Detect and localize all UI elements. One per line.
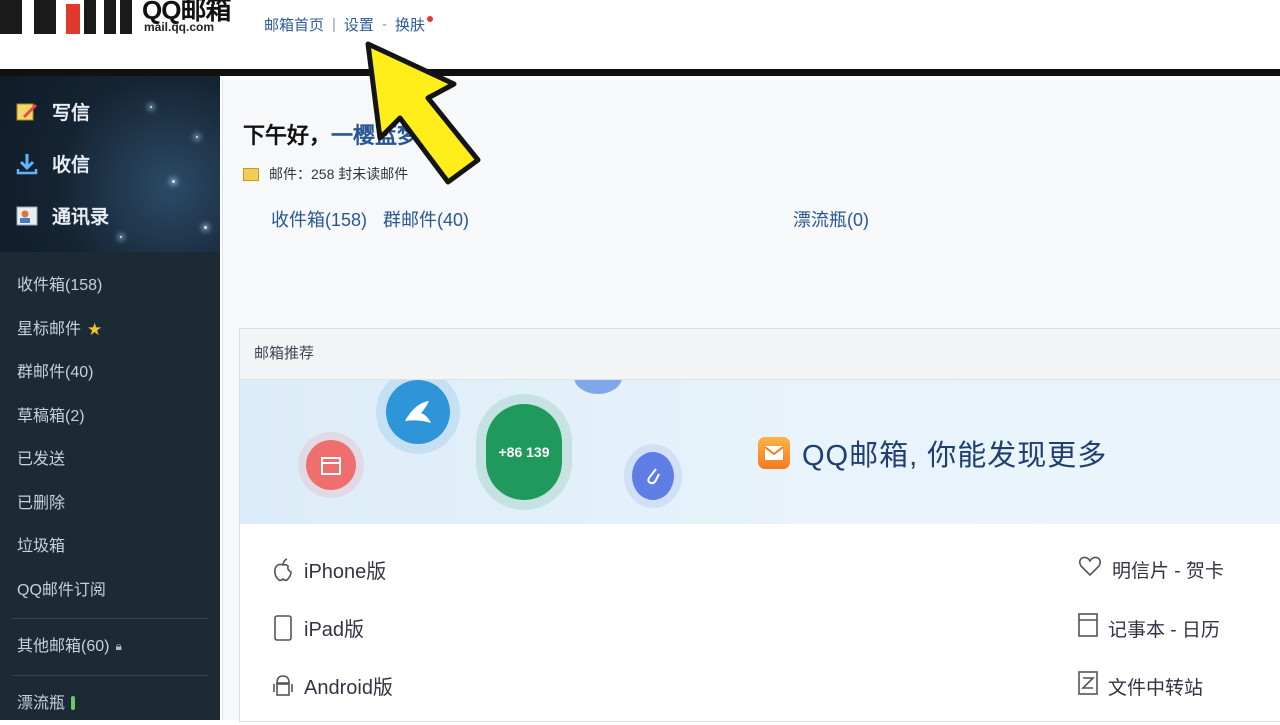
promo-banner[interactable]: +86 139 QQ邮箱, 你能发现更多 [240,380,1280,524]
bottle-icon [71,696,75,710]
attachment-icon [632,452,674,500]
folder-label: 已发送 [17,438,65,482]
folder-label: 垃圾箱 [17,525,65,569]
logo-icon [0,0,135,40]
tablet-icon [272,615,294,641]
compose-icon [14,99,40,125]
star-icon: ★ [87,308,102,352]
folder-label: 其他邮箱(60) [17,625,109,669]
decor-star [120,236,122,238]
logo-domain: mail.qq.com [144,20,214,34]
calendar-icon [306,440,356,490]
folder-label: QQ邮件订阅 [17,569,106,613]
folder-label: 草稿箱(2) [17,395,85,439]
greeting-text: 下午好， [243,123,331,148]
phone-number-text: +86 139 [499,444,550,460]
folder-divider [12,675,208,676]
android-label: Android版 [304,671,393,700]
postcard-link[interactable]: 明信片 - 贺卡 [1078,555,1224,583]
contacts-button[interactable]: 通讯录 [14,202,109,229]
download-icon [14,151,40,177]
contacts-label: 通讯录 [52,202,109,229]
android-app-link[interactable]: Android版 [272,671,393,700]
folder-label: 星标邮件 [17,308,81,352]
drift-bottle-link[interactable]: 漂流瓶(0) [793,206,869,232]
folder-list: 收件箱(158) 星标邮件★ 群邮件(40) 草稿箱(2) 已发送 已删除 垃圾… [0,264,220,725]
folder-deleted[interactable]: 已删除 [0,482,220,526]
receive-button[interactable]: 收信 [14,150,90,177]
file-transfer-label: 文件中转站 [1108,673,1203,700]
folder-drafts[interactable]: 草稿箱(2) [0,395,220,439]
notebook-icon [1078,613,1098,643]
promo-slogan: QQ邮箱, 你能发现更多 [758,432,1107,474]
notebook-label: 记事本 - 日历 [1108,615,1220,642]
folder-sent[interactable]: 已发送 [0,438,220,482]
bird-icon [386,380,450,444]
folder-label: 漂流瓶 [17,682,65,725]
folder-subscriptions[interactable]: QQ邮件订阅 [0,569,220,613]
qq-mail-icon [758,437,790,469]
decor-star [204,226,207,229]
folder-label: 收件箱(158) [17,264,102,308]
sidebar: 写信 收信 通讯录 收件箱(158) 星标邮件★ 群邮件(40) 草稿箱(2) … [0,76,220,720]
iphone-app-link[interactable]: iPhone版 [272,555,386,584]
quick-links: 收件箱(158) 群邮件(40) [271,206,469,232]
folder-group-mail[interactable]: 群邮件(40) [0,351,220,395]
notification-dot [427,16,433,22]
folder-junk[interactable]: 垃圾箱 [0,525,220,569]
annotation-arrow-icon [340,30,500,200]
folder-label: 群邮件(40) [17,351,93,395]
postcard-label: 明信片 - 贺卡 [1112,556,1224,583]
file-transfer-link[interactable]: 文件中转站 [1078,671,1203,701]
ipad-app-link[interactable]: iPad版 [272,613,364,642]
notebook-link[interactable]: 记事本 - 日历 [1078,613,1220,643]
phone-number-icon: +86 139 [486,404,562,500]
decor-star [196,136,198,138]
folder-drift-bottle[interactable]: 漂流瓶 [0,682,220,725]
folder-inbox[interactable]: 收件箱(158) [0,264,220,308]
folder-starred[interactable]: 星标邮件★ [0,308,220,352]
ipad-label: iPad版 [304,613,364,642]
folder-other-mailboxes[interactable]: 其他邮箱(60)🔒︎ [0,625,220,669]
mailbox-home-link[interactable]: 邮箱首页 [264,14,324,35]
compose-button[interactable]: 写信 [14,98,90,125]
folder-divider [12,618,208,619]
sidebar-primary-actions: 写信 收信 通讯录 [0,76,220,252]
lock-icon: 🔒︎ [115,625,121,669]
inbox-link[interactable]: 收件箱(158) [271,206,367,232]
contacts-icon [14,203,40,229]
group-mail-link[interactable]: 群邮件(40) [383,206,469,232]
decor-star [172,180,175,183]
recommend-header: 邮箱推荐 [240,329,1280,380]
recommend-panel: 邮箱推荐 +86 139 QQ邮箱, 你能发现更多 [239,328,1280,722]
decor-bubble [574,380,622,394]
envelope-icon [243,168,259,181]
slogan-text: QQ邮箱, 你能发现更多 [802,432,1107,474]
file-icon [1078,671,1098,701]
receive-label: 收信 [52,150,90,177]
apple-icon [272,557,294,583]
top-header: QQ邮箱 mail.qq.com 邮箱首页 | 设置 - 换肤 [0,0,1280,70]
android-icon [272,673,294,699]
header-divider [0,69,1280,76]
folder-label: 已删除 [17,482,65,526]
iphone-label: iPhone版 [304,555,386,584]
heart-icon [1078,555,1102,583]
decor-star [150,106,152,108]
compose-label: 写信 [52,98,90,125]
nav-separator: | [332,16,336,33]
